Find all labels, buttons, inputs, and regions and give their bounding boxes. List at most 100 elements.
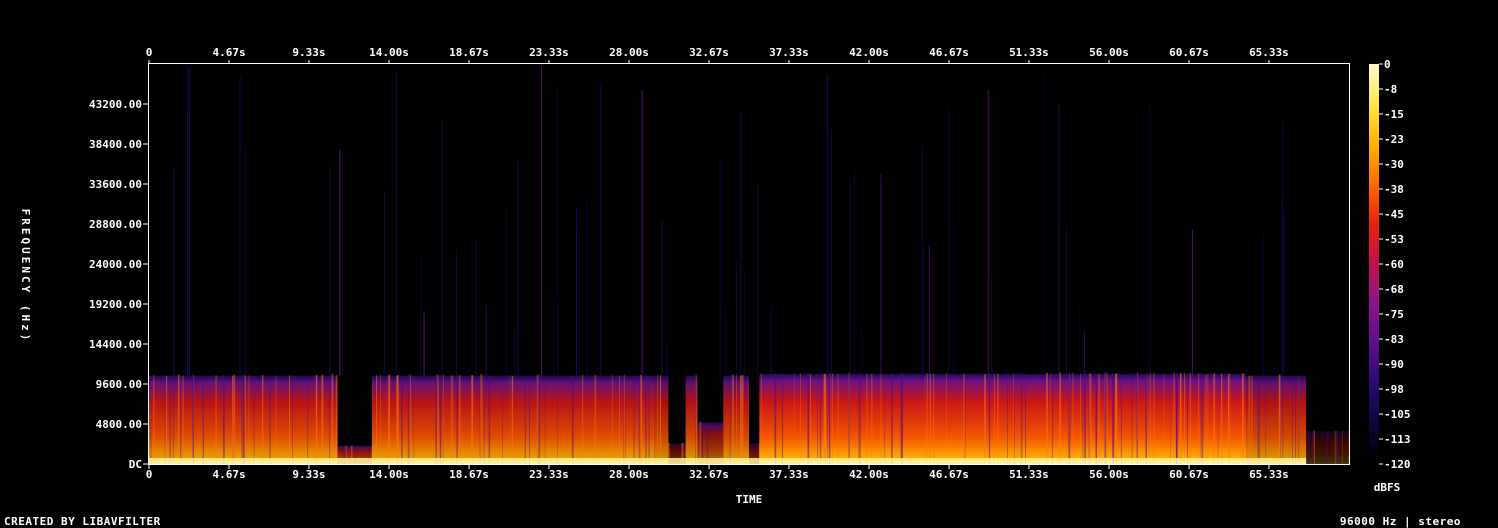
spectrum-streak — [511, 375, 514, 464]
x-tick-label: 37.33s — [769, 46, 809, 59]
spectrum-streak — [1095, 373, 1097, 464]
spectrum-streak — [244, 375, 247, 464]
spectrum-streak — [994, 374, 995, 464]
spectrum-streak — [538, 375, 541, 464]
spectrum-streak — [866, 373, 868, 464]
spectrum-streak — [253, 375, 255, 464]
colorbar-tick-label: -8 — [1384, 83, 1397, 96]
spectrum-streak — [192, 374, 194, 464]
spectrum-streak — [1334, 430, 1337, 464]
colorbar-tick-label: -30 — [1384, 158, 1404, 171]
spectrum-streak — [387, 375, 390, 464]
spectrum-streak — [289, 375, 290, 464]
spectrum-streak — [436, 374, 439, 464]
spectrum-streak — [1307, 430, 1310, 464]
spectrum-streak — [1131, 373, 1133, 464]
spectrum-streak — [216, 375, 218, 464]
spectrum-streak — [1149, 372, 1152, 464]
spectrum-streak — [202, 374, 204, 464]
spectrum-streak — [800, 373, 801, 464]
spectrum-streak — [1242, 373, 1244, 464]
spectrum-streak — [1214, 372, 1216, 464]
spectrum-streak — [1248, 375, 1251, 464]
spectrum-streak — [182, 375, 184, 464]
spectrum-streak — [1207, 373, 1209, 464]
spectrum-streak — [536, 374, 539, 464]
spectrum-streak — [963, 373, 965, 464]
spectrum-streak — [1298, 374, 1300, 464]
x-tick-label: 42.00s — [849, 468, 889, 481]
spectrum-streak — [760, 373, 762, 464]
spectrum-streak — [1146, 372, 1148, 464]
spectrum-streak — [924, 372, 926, 464]
spectrum-streak — [439, 374, 442, 464]
spectrum-streak — [1198, 373, 1200, 464]
spectrum-streak — [262, 374, 264, 464]
y-tick-label: 28800.00 — [89, 218, 142, 231]
colorbar-tick-label: -15 — [1384, 108, 1404, 121]
colorbar-tick-label: -98 — [1384, 383, 1404, 396]
spectrum-streak — [657, 374, 659, 464]
spectrum-streak — [929, 373, 931, 464]
x-tick-label: 46.67s — [929, 46, 969, 59]
spectrum-streak — [1120, 372, 1122, 464]
x-tick-label: 56.00s — [1089, 468, 1129, 481]
spectrum-streak — [292, 374, 293, 464]
colorbar-tick-label: -23 — [1384, 133, 1404, 146]
low-freq-band — [149, 458, 1307, 464]
spectrum-streak — [450, 375, 452, 464]
spectrum-streak — [932, 373, 935, 464]
spectrum-streak — [819, 374, 822, 464]
spectrum-streak — [695, 374, 697, 464]
colorbar-tick-label: -83 — [1384, 333, 1404, 346]
spectrum-streak — [1313, 430, 1315, 464]
x-axis-label: TIME — [736, 493, 763, 506]
spectrum-streak — [1051, 373, 1054, 464]
spectrum-streak — [1088, 373, 1090, 464]
spectrum-streak — [442, 374, 444, 464]
spectrum-streak — [829, 373, 831, 464]
spectrum-streak — [638, 375, 640, 464]
spectrum-streak — [1189, 372, 1192, 464]
spectrum-streak — [1170, 373, 1171, 464]
y-tick-label: 14400.00 — [89, 338, 142, 351]
spectrum-streak — [1292, 374, 1293, 464]
x-tick-label: 60.67s — [1169, 468, 1209, 481]
spectrum-streak — [452, 375, 454, 464]
spectrum-streak — [880, 372, 882, 464]
spectrum-streak — [172, 374, 175, 464]
spectrum-streak — [1082, 372, 1084, 464]
colorbar-tick-label: -68 — [1384, 283, 1404, 296]
spectrum-streak — [793, 373, 795, 464]
spectrum-streak — [619, 375, 620, 464]
x-tick-label: 14.00s — [369, 468, 409, 481]
spectrum-streak — [398, 375, 399, 464]
spectrum-streak — [945, 372, 947, 464]
spectrum-streak — [706, 422, 708, 464]
x-tick-label: 42.00s — [849, 46, 889, 59]
x-tick-label: 46.67s — [929, 468, 969, 481]
spectrum-streak — [471, 375, 474, 464]
spectrum-streak — [413, 375, 415, 464]
x-ticks-bottom: 0 4.67s 9.33s 14.00s 18.67s 23.33s 28.00s 32.67… — [146, 465, 1289, 481]
spectrum-streak — [1025, 372, 1026, 464]
x-tick-label: 18.67s — [449, 46, 489, 59]
y-tick-label: 9600.00 — [96, 378, 142, 391]
colorbar-tick-label: -120 — [1384, 458, 1411, 471]
x-tick-label: 23.33s — [529, 468, 569, 481]
spectrum-streak — [640, 375, 643, 464]
spectrum-streak — [1014, 372, 1015, 464]
spectrum-streak — [1098, 373, 1100, 464]
x-tick-label: 9.33s — [292, 468, 325, 481]
x-tick-label: 14.00s — [369, 46, 409, 59]
spectrum-streak — [502, 374, 503, 464]
x-tick-label: 56.00s — [1089, 46, 1129, 59]
spectrum-streak — [1020, 373, 1023, 464]
spectrum-streak — [732, 374, 734, 464]
colorbar-tick-label: -75 — [1384, 308, 1404, 321]
spectrum-streak — [1084, 373, 1087, 464]
spectrum-streak — [524, 375, 526, 464]
spectrum-streak — [389, 374, 391, 464]
spectrum-streak — [1257, 374, 1259, 464]
spectrum-streak — [1265, 374, 1267, 464]
